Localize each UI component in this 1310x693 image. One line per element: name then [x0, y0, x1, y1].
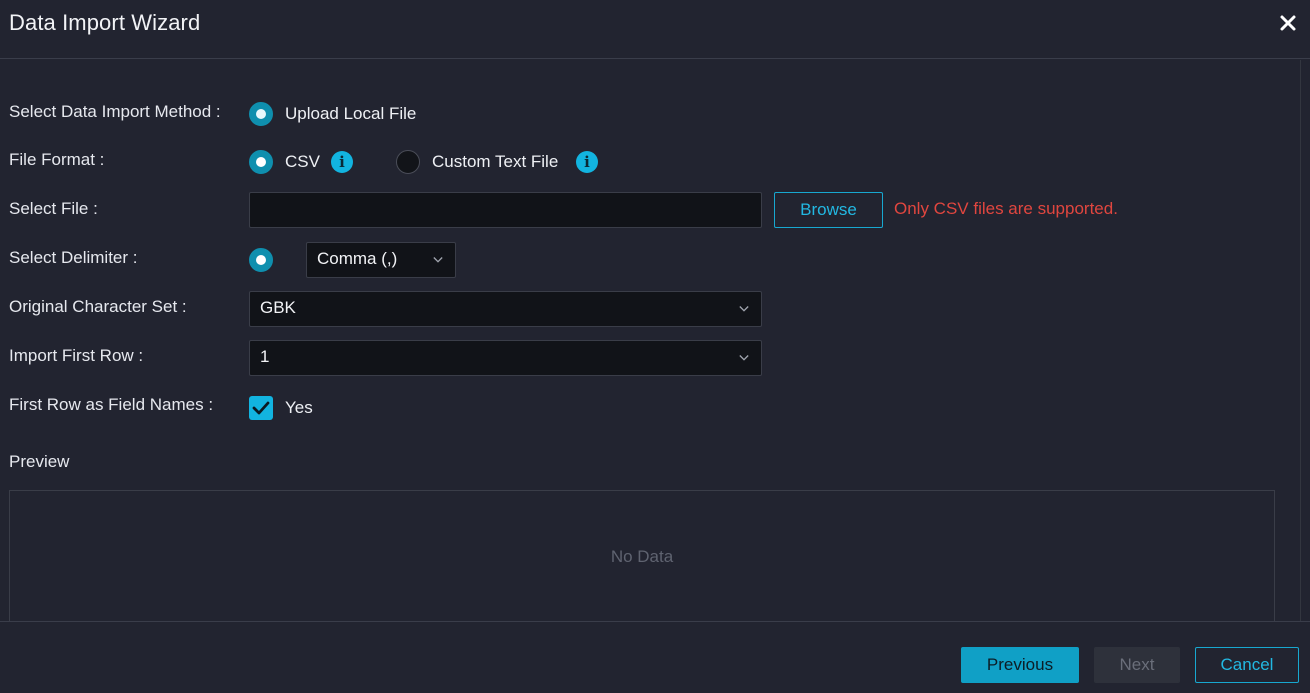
- custom-text-file-radio[interactable]: [396, 150, 420, 174]
- file-format-error: Only CSV files are supported.: [894, 199, 1118, 218]
- chevron-down-icon: [739, 355, 749, 361]
- dialog-body: Select Data Import Method : Upload Local…: [0, 60, 1310, 621]
- upload-local-file-label[interactable]: Upload Local File: [285, 104, 416, 124]
- chevron-down-icon: [739, 306, 749, 312]
- custom-text-info-icon[interactable]: i: [576, 151, 598, 173]
- import-method-label: Select Data Import Method :: [9, 102, 221, 121]
- delimiter-value: Comma (,): [317, 249, 398, 268]
- csv-option-label[interactable]: CSV: [285, 152, 320, 172]
- field-names-yes-label[interactable]: Yes: [285, 398, 313, 418]
- import-first-row-label: Import First Row :: [9, 346, 144, 365]
- no-data-text: No Data: [610, 547, 674, 566]
- preview-label: Preview: [9, 452, 70, 471]
- charset-label: Original Character Set :: [9, 297, 187, 316]
- charset-select[interactable]: GBK: [249, 291, 762, 327]
- dialog-title: Data Import Wizard: [9, 10, 201, 35]
- charset-value: GBK: [260, 298, 296, 317]
- preview-table: No Data: [9, 490, 1275, 621]
- chevron-down-icon: [433, 257, 443, 263]
- delimiter-select[interactable]: Comma (,): [306, 242, 456, 278]
- dialog-header: Data Import Wizard: [0, 0, 1310, 59]
- browse-button[interactable]: Browse: [774, 192, 883, 228]
- first-row-value: 1: [260, 347, 270, 366]
- data-import-dialog: Data Import Wizard Select Data Import Me…: [0, 0, 1310, 693]
- close-icon[interactable]: [1278, 12, 1298, 34]
- body-scrollbar[interactable]: [1300, 60, 1310, 621]
- field-names-checkbox[interactable]: [249, 396, 273, 420]
- field-names-label: First Row as Field Names :: [9, 395, 214, 414]
- file-format-label: File Format :: [9, 150, 105, 169]
- upload-local-file-radio[interactable]: [249, 102, 273, 126]
- select-delimiter-label: Select Delimiter :: [9, 248, 138, 267]
- csv-radio[interactable]: [249, 150, 273, 174]
- cancel-button[interactable]: Cancel: [1195, 647, 1299, 683]
- custom-text-file-label[interactable]: Custom Text File: [432, 152, 558, 172]
- first-row-select[interactable]: 1: [249, 340, 762, 376]
- next-button[interactable]: Next: [1094, 647, 1180, 683]
- csv-info-icon[interactable]: i: [331, 151, 353, 173]
- previous-button[interactable]: Previous: [961, 647, 1079, 683]
- delimiter-radio[interactable]: [249, 248, 273, 272]
- select-file-label: Select File :: [9, 199, 98, 218]
- checkmark-icon: [252, 401, 270, 415]
- dialog-footer: Previous Next Cancel: [0, 621, 1310, 693]
- file-path-input[interactable]: [249, 192, 762, 228]
